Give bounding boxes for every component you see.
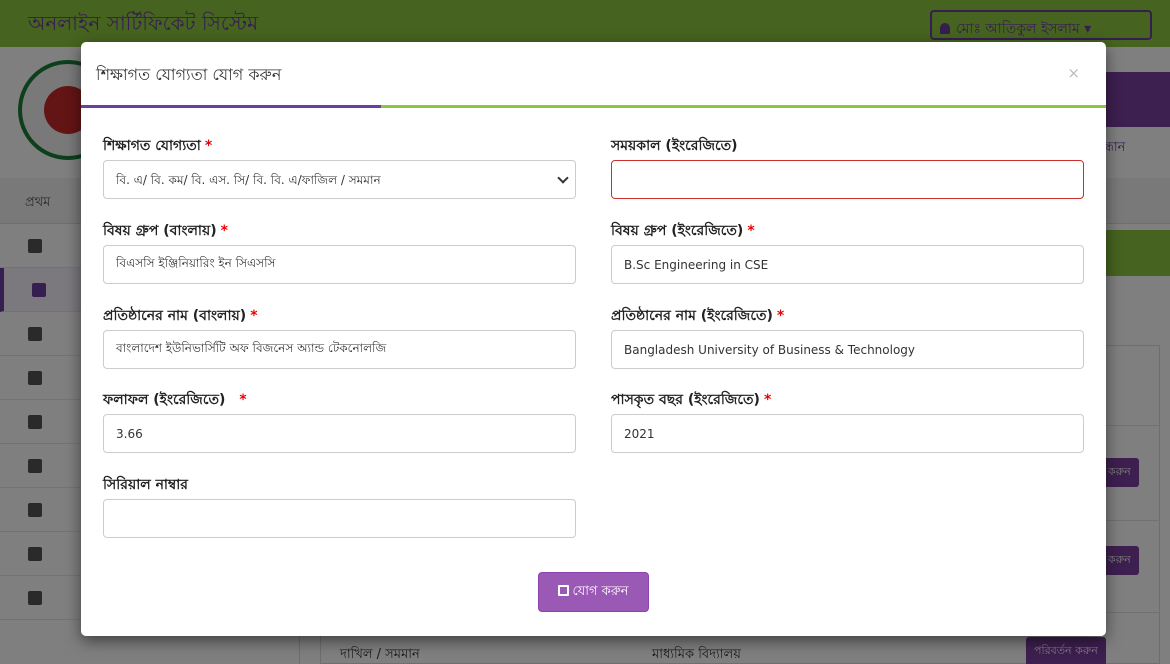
header-divider-green	[381, 105, 1106, 108]
subject-en-label: বিষয় গ্রুপ (ইংরেজিতে) *	[611, 223, 755, 239]
serial-number-label: সিরিয়াল নাম্বার	[103, 477, 188, 493]
qualification-selected-value: বি. এ/ বি. কম/ বি. এস. সি/ বি. বি. এ/ফাজ…	[116, 173, 381, 187]
add-qualification-modal: শিক্ষাগত যোগ্যতা যোগ করুন × শিক্ষাগত যোগ…	[81, 42, 1106, 636]
duration-label: সময়কাল (ইংরেজিতে)	[611, 138, 738, 154]
header-divider-purple	[81, 105, 381, 108]
chevron-down-icon	[557, 172, 569, 184]
subject-bn-label: বিষয় গ্রুপ (বাংলায়) *	[103, 223, 228, 239]
result-label: ফলাফল (ইংরেজিতে) *	[103, 392, 247, 408]
subject-en-input[interactable]	[611, 245, 1084, 284]
required-marker: *	[239, 392, 247, 408]
passing-year-label: পাসকৃত বছর (ইংরেজিতে) *	[611, 392, 772, 408]
required-marker: *	[747, 223, 755, 239]
required-marker: *	[250, 308, 258, 324]
duration-input[interactable]	[611, 160, 1084, 199]
institution-en-input[interactable]	[611, 330, 1084, 369]
serial-number-input[interactable]	[103, 499, 576, 538]
required-marker: *	[220, 223, 228, 239]
close-icon[interactable]: ×	[1067, 64, 1080, 82]
edit-icon	[558, 585, 570, 596]
institution-bn-input[interactable]	[103, 330, 576, 369]
institution-bn-label: প্রতিষ্ঠানের নাম (বাংলায়) *	[103, 308, 258, 324]
add-submit-button[interactable]: যোগ করুন	[538, 572, 649, 612]
subject-bn-input[interactable]	[103, 245, 576, 284]
passing-year-input[interactable]	[611, 414, 1084, 453]
result-input[interactable]	[103, 414, 576, 453]
required-marker: *	[776, 308, 785, 324]
qualification-select[interactable]: বি. এ/ বি. কম/ বি. এস. সি/ বি. বি. এ/ফাজ…	[103, 160, 576, 199]
required-marker: *	[204, 138, 213, 154]
submit-label: যোগ করুন	[572, 584, 629, 599]
institution-en-label: প্রতিষ্ঠানের নাম (ইংরেজিতে) *	[611, 308, 785, 324]
modal-header: শিক্ষাগত যোগ্যতা যোগ করুন ×	[81, 42, 1106, 108]
modal-title: শিক্ষাগত যোগ্যতা যোগ করুন	[96, 65, 282, 84]
qualification-label: শিক্ষাগত যোগ্যতা *	[103, 138, 213, 154]
required-marker: *	[763, 392, 772, 408]
